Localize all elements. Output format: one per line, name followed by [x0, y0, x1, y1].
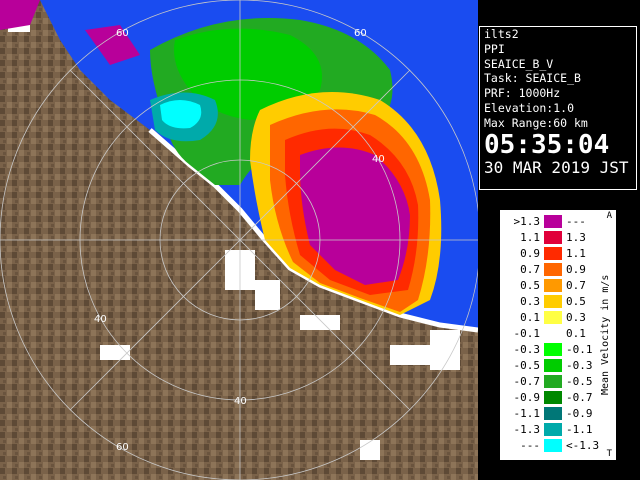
legend-low-value: ---: [520, 439, 540, 452]
legend-row: -0.9 -0.7: [504, 390, 600, 405]
legend-low-value: -1.1: [513, 407, 541, 420]
range-label: 60: [116, 442, 129, 453]
product-type: PPI: [484, 41, 505, 56]
legend-low-value: 0.1: [520, 311, 540, 324]
legend-low-value: -0.1: [513, 327, 541, 340]
legend-high-value: 0.9: [566, 263, 586, 276]
range-label: 40: [372, 154, 385, 165]
legend-color-swatch: [544, 279, 562, 292]
legend-low-value: >1.3: [513, 215, 541, 228]
legend-row: -0.7 -0.5: [504, 374, 600, 389]
scan-name: SEAICE_B_V: [484, 56, 554, 71]
legend-row: -1.1 -0.9: [504, 406, 600, 421]
legend-low-value: 0.5: [520, 279, 540, 292]
legend-high-value: 1.3: [566, 231, 586, 244]
range-label: 60: [354, 28, 367, 39]
station-id: ilts2: [484, 27, 519, 41]
legend-color-swatch: [544, 295, 562, 308]
legend-bottom-mark: T: [606, 449, 612, 459]
range-label: 40: [94, 314, 107, 325]
task-name: Task: SEAICE_B: [484, 71, 581, 86]
legend-high-value: ---: [566, 215, 586, 228]
legend-row: 0.1 0.3: [504, 310, 600, 325]
observation-time: 05:35:04: [484, 129, 610, 160]
observation-date: 30 MAR 2019 JST: [484, 157, 629, 177]
legend-high-value: -1.1: [566, 423, 593, 436]
legend-low-value: -1.3: [513, 423, 541, 436]
legend-high-value: -0.5: [566, 375, 593, 388]
legend-color-swatch: [544, 263, 562, 276]
legend-high-value: 1.1: [566, 247, 586, 260]
legend-low-value: -0.3: [513, 343, 541, 356]
legend-high-value: 0.5: [566, 295, 586, 308]
elevation-value: Elevation:1.0: [484, 100, 575, 115]
legend-color-swatch: [544, 423, 562, 436]
legend-color-swatch: [544, 359, 562, 372]
legend-color-swatch: [544, 247, 562, 260]
legend-color-swatch: [544, 327, 562, 340]
legend-high-value: -0.1: [566, 343, 593, 356]
radar-info-panel: ilts2 PPI SEAICE_B_V Task: SEAICE_B PRF:…: [479, 26, 637, 190]
legend-low-value: -0.9: [513, 391, 541, 404]
legend-color-swatch: [544, 215, 562, 228]
legend-row: 0.7 0.9: [504, 262, 600, 277]
velocity-legend: >1.3 --- 1.1 1.3 0.9 1.1 0.7 0.9 0.5 0.7 0.3 0.5 0.1…: [499, 209, 617, 461]
legend-row: -0.3 -0.1: [504, 342, 600, 357]
legend-color-swatch: [544, 343, 562, 356]
legend-color-swatch: [544, 375, 562, 388]
legend-row: 0.9 1.1: [504, 246, 600, 261]
legend-color-swatch: [544, 231, 562, 244]
legend-row: >1.3 ---: [504, 214, 600, 229]
legend-row: 0.3 0.5: [504, 294, 600, 309]
legend-color-swatch: [544, 407, 562, 420]
range-label: 60: [116, 28, 129, 39]
legend-low-value: -0.7: [513, 375, 541, 388]
legend-row: --- <-1.3: [504, 438, 600, 453]
legend-title: Mean Velocity in m/s: [600, 274, 611, 396]
legend-row: -1.3 -1.1: [504, 422, 600, 437]
range-label: 40: [234, 396, 247, 407]
legend-row: 1.1 1.3: [504, 230, 600, 245]
legend-low-value: 0.9: [520, 247, 540, 260]
legend-low-value: -0.5: [513, 359, 541, 372]
legend-high-value: 0.7: [566, 279, 586, 292]
legend-row: -0.5 -0.3: [504, 358, 600, 373]
legend-low-value: 0.3: [520, 295, 540, 308]
legend-high-value: <-1.3: [566, 439, 600, 452]
radar-ppi-display: 60 60 40 40 40 60: [0, 0, 478, 480]
legend-high-value: -0.3: [566, 359, 593, 372]
legend-row: -0.1 0.1: [504, 326, 600, 341]
legend-low-value: 1.1: [520, 231, 540, 244]
legend-high-value: 0.3: [566, 311, 586, 324]
max-range-value: Max Range:60 km: [484, 115, 588, 130]
legend-color-swatch: [544, 439, 562, 452]
legend-color-swatch: [544, 391, 562, 404]
legend-high-value: -0.7: [566, 391, 593, 404]
legend-high-value: -0.9: [566, 407, 593, 420]
radar-map[interactable]: 60 60 40 40 40 60: [0, 0, 478, 480]
legend-row: 0.5 0.7: [504, 278, 600, 293]
legend-high-value: 0.1: [566, 327, 586, 340]
legend-color-swatch: [544, 311, 562, 324]
legend-low-value: 0.7: [520, 263, 540, 276]
prf-value: PRF: 1000Hz: [484, 86, 561, 101]
